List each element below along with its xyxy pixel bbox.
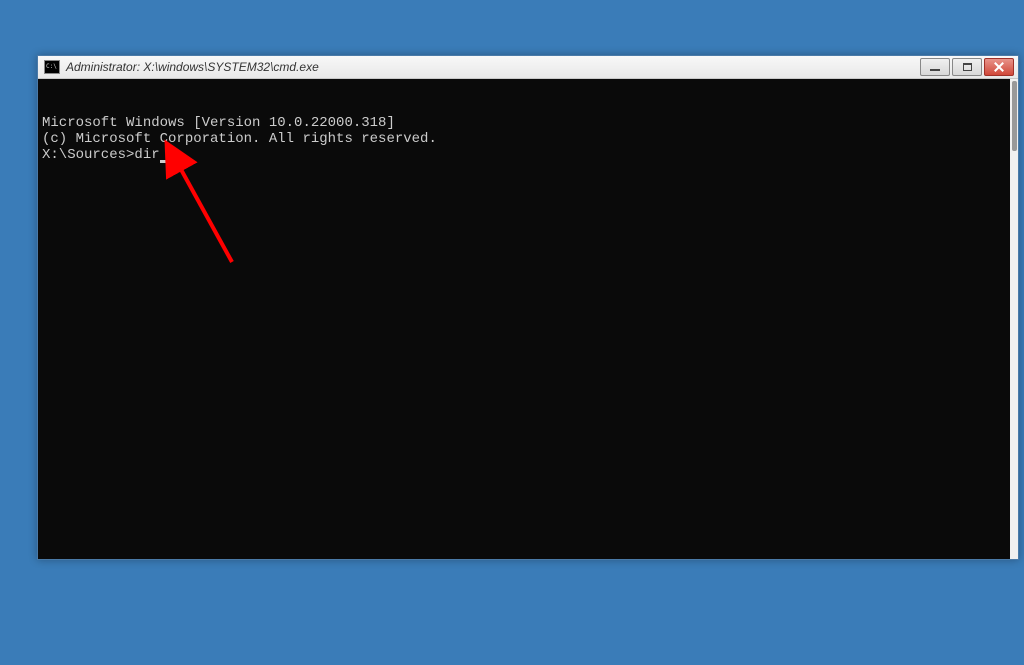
banner-line-2: (c) Microsoft Corporation. All rights re… <box>42 131 1006 147</box>
close-icon <box>993 61 1005 73</box>
window-controls <box>920 58 1014 76</box>
maximize-button[interactable] <box>952 58 982 76</box>
cmd-window: C:\ Administrator: X:\windows\SYSTEM32\c… <box>37 55 1019 560</box>
minimize-button[interactable] <box>920 58 950 76</box>
window-title: Administrator: X:\windows\SYSTEM32\cmd.e… <box>66 60 319 74</box>
close-button[interactable] <box>984 58 1014 76</box>
terminal-container: Microsoft Windows [Version 10.0.22000.31… <box>38 79 1018 559</box>
titlebar[interactable]: C:\ Administrator: X:\windows\SYSTEM32\c… <box>38 56 1018 79</box>
cmd-icon: C:\ <box>44 60 60 74</box>
maximize-icon <box>963 63 972 71</box>
banner-line-1: Microsoft Windows [Version 10.0.22000.31… <box>42 115 1006 131</box>
minimize-icon <box>930 69 940 71</box>
prompt: X:\Sources> <box>42 147 134 163</box>
scrollbar-thumb[interactable] <box>1012 81 1017 151</box>
cursor <box>160 160 168 163</box>
typed-command: dir <box>134 147 159 163</box>
prompt-line: X:\Sources>dir <box>42 147 1006 163</box>
terminal[interactable]: Microsoft Windows [Version 10.0.22000.31… <box>38 79 1010 559</box>
scrollbar-track[interactable] <box>1010 79 1018 559</box>
